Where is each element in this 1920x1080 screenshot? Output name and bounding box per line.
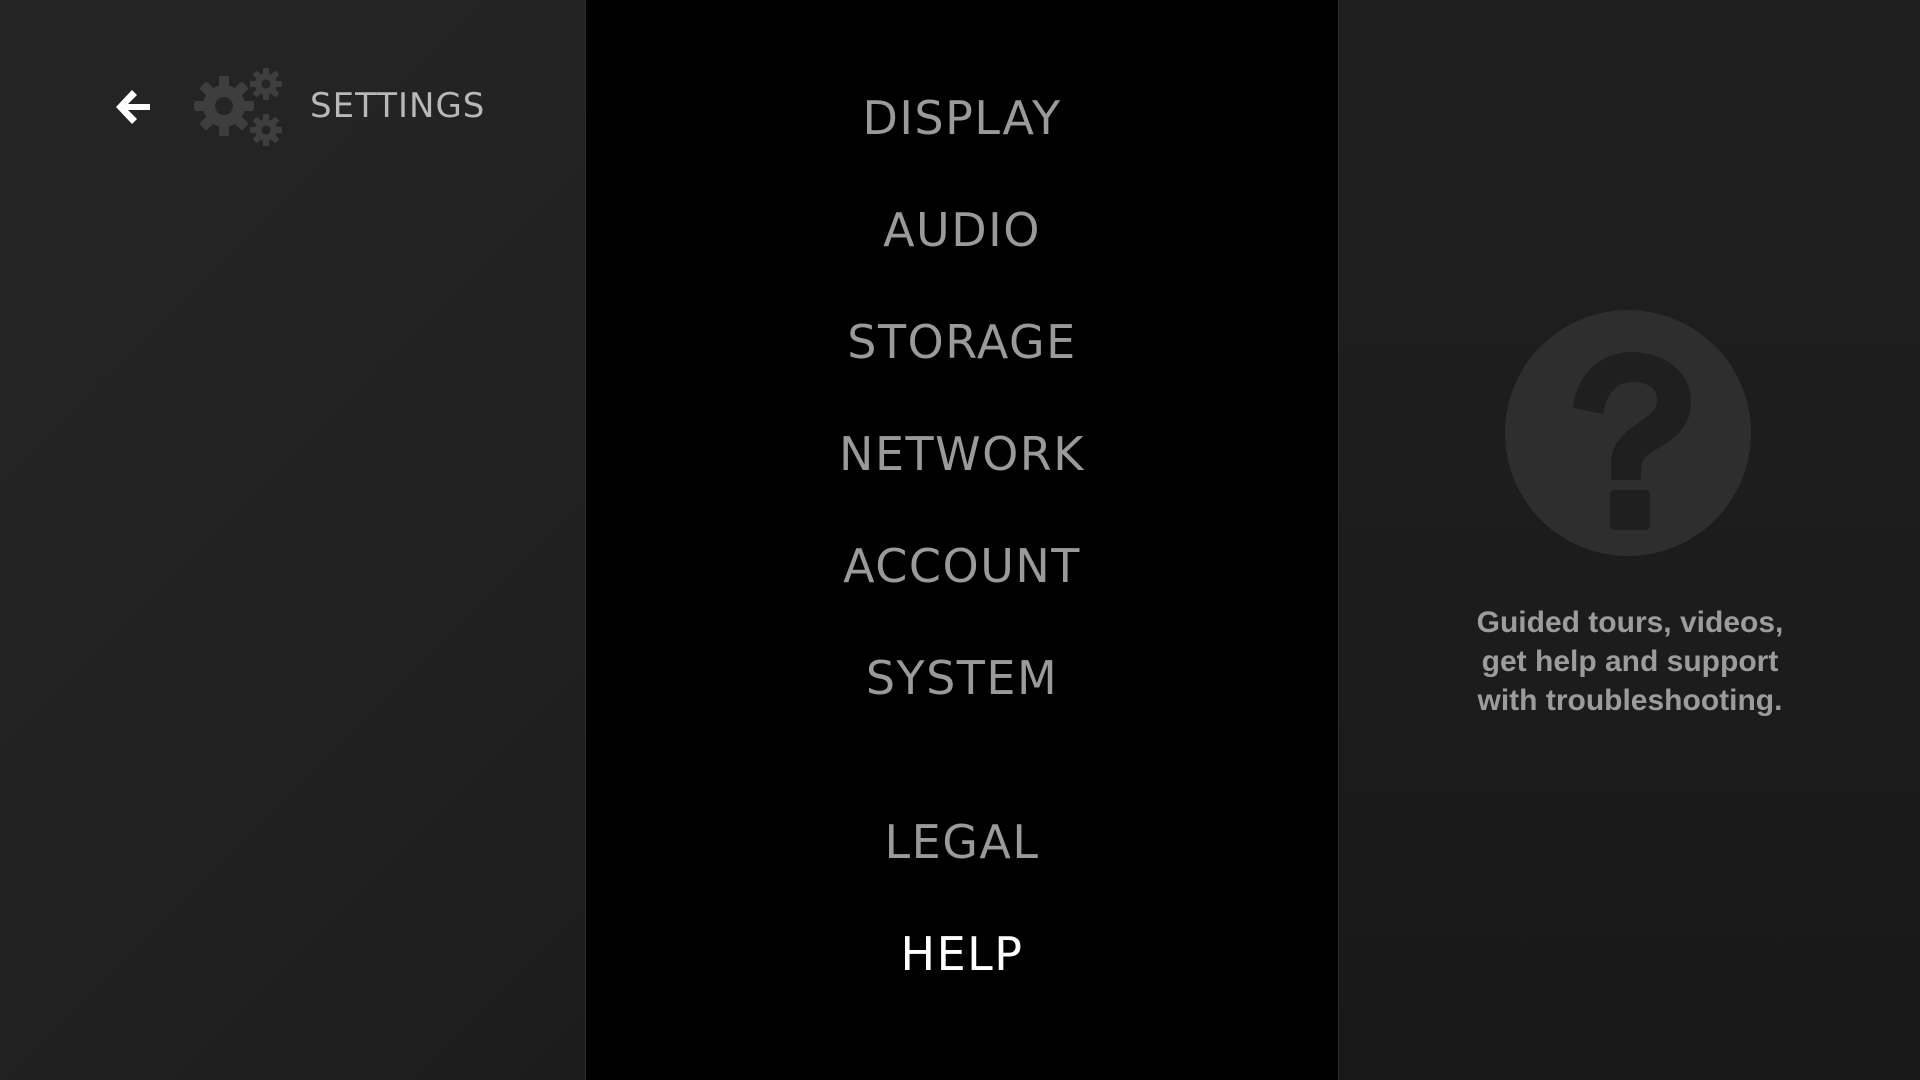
menu-item-legal[interactable]: LEGAL (586, 814, 1338, 870)
menu-item-account[interactable]: ACCOUNT (586, 538, 1338, 594)
gears-icon (194, 68, 282, 146)
help-description: Guided tours, videos, get help and suppo… (1379, 603, 1881, 720)
help-icon-circle (1505, 310, 1751, 556)
question-mark-icon (1573, 352, 1691, 530)
menu-item-network[interactable]: NETWORK (586, 426, 1338, 482)
back-arrow-icon (116, 90, 150, 124)
help-description-line: with troubleshooting. (1477, 684, 1783, 717)
help-description-line: Guided tours, videos, (1476, 606, 1784, 639)
page-title: SETTINGS (310, 86, 486, 126)
menu-item-help[interactable]: HELP (586, 926, 1338, 982)
menu-item-system[interactable]: SYSTEM (586, 650, 1338, 706)
menu-item-display[interactable]: DISPLAY (586, 90, 1338, 146)
menu-item-audio[interactable]: AUDIO (586, 202, 1338, 258)
menu-item-storage[interactable]: STORAGE (586, 314, 1338, 370)
help-description-line: get help and support (1481, 645, 1779, 678)
settings-menu: DISPLAY AUDIO STORAGE NETWORK ACCOUNT SY… (586, 0, 1338, 1080)
detail-panel: Guided tours, videos, get help and suppo… (1338, 0, 1920, 1080)
back-button[interactable] (110, 84, 156, 130)
left-panel: SETTINGS (0, 0, 586, 1080)
settings-screen: SETTINGS DISPLAY AUDIO STORAGE NETWORK A… (0, 0, 1920, 1080)
